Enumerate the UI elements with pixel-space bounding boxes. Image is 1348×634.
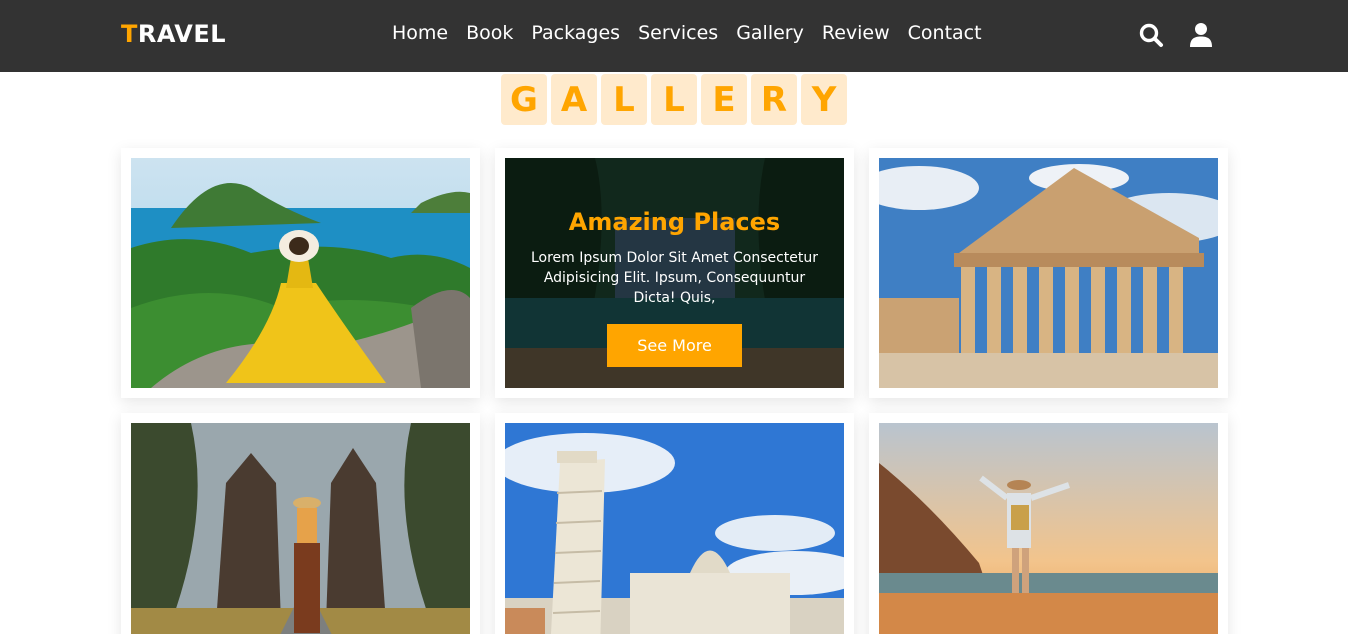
featured-photo: Amazing Places Lorem Ipsum Dolor Sit Ame… <box>505 158 844 388</box>
gallery-card-parthenon[interactable] <box>869 148 1228 398</box>
nav-home[interactable]: Home <box>392 22 448 44</box>
nav-gallery[interactable]: Gallery <box>736 22 804 44</box>
nav-packages[interactable]: Packages <box>531 22 620 44</box>
nav-services[interactable]: Services <box>638 22 718 44</box>
heading-letter: Y <box>801 74 847 125</box>
island-photo <box>131 158 470 388</box>
gallery-card-island[interactable] <box>121 148 480 398</box>
heading-letter: A <box>551 74 597 125</box>
logo[interactable]: TRAVEL <box>121 20 226 48</box>
nav-book[interactable]: Book <box>466 22 513 44</box>
heading-letter: G <box>501 74 547 125</box>
user-icon[interactable] <box>1187 21 1215 49</box>
gallery-card-pisa[interactable] <box>495 413 854 634</box>
heading-letter: L <box>651 74 697 125</box>
nav-review[interactable]: Review <box>822 22 890 44</box>
search-icon[interactable] <box>1137 21 1165 49</box>
nav-contact[interactable]: Contact <box>908 22 982 44</box>
gallery-card-temple-gate[interactable] <box>121 413 480 634</box>
heading-letter: R <box>751 74 797 125</box>
gallery-heading: G A L L E R Y <box>0 74 1348 125</box>
heading-letter: L <box>601 74 647 125</box>
main-nav: Home Book Packages Services Gallery Revi… <box>392 22 982 44</box>
gallery-card-featured[interactable]: Amazing Places Lorem Ipsum Dolor Sit Ame… <box>495 148 854 398</box>
gallery-card-beach[interactable] <box>869 413 1228 634</box>
parthenon-photo <box>879 158 1218 388</box>
pisa-photo <box>505 423 844 634</box>
temple-gate-photo <box>131 423 470 634</box>
beach-photo <box>879 423 1218 634</box>
top-navbar: TRAVEL Home Book Packages Services Galle… <box>0 0 1348 72</box>
heading-letter: E <box>701 74 747 125</box>
featured-overlay: Amazing Places Lorem Ipsum Dolor Sit Ame… <box>505 158 844 388</box>
featured-text: Lorem Ipsum Dolor Sit Amet Consectetur A… <box>530 250 819 306</box>
header-icons <box>1137 21 1215 49</box>
featured-title: Amazing Places <box>568 208 781 236</box>
see-more-button[interactable]: See More <box>607 324 742 367</box>
